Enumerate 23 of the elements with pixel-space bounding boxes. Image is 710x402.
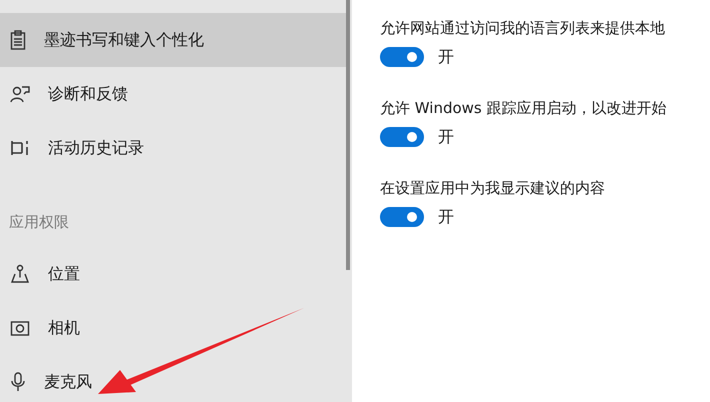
sidebar-item[interactable]: 墨迹书写和键入个性化 [0, 13, 346, 67]
sidebar-item[interactable]: 相机 [0, 301, 346, 355]
timeline-icon [10, 139, 30, 157]
camera-icon [10, 319, 30, 337]
sidebar-item[interactable]: 诊断和反馈 [0, 67, 346, 121]
toggle-switch[interactable] [380, 207, 424, 227]
person-feedback-icon [10, 84, 30, 104]
scrollbar-thumb[interactable] [346, 0, 350, 270]
section-header: 应用权限 [8, 212, 70, 232]
sidebar-item[interactable]: 位置 [0, 247, 346, 301]
clipboard-icon [10, 30, 26, 50]
toggle-switch[interactable] [380, 127, 424, 147]
sidebar-item[interactable]: 活动历史记录 [0, 121, 346, 175]
setting-label: 在设置应用中为我显示建议的内容 [380, 178, 606, 199]
toggle-state: 开 [438, 46, 454, 68]
setting-label: 允许 Windows 跟踪应用启动，以改进开始 [380, 98, 668, 119]
location-icon [10, 264, 30, 284]
toggle-switch[interactable] [380, 47, 424, 67]
setting-label: 允许网站通过访问我的语言列表来提供本地 [380, 18, 666, 39]
sidebar-item[interactable]: 麦克风 [0, 355, 346, 402]
toggle-state: 开 [438, 206, 454, 228]
microphone-icon [10, 372, 26, 392]
toggle-state: 开 [438, 126, 454, 148]
